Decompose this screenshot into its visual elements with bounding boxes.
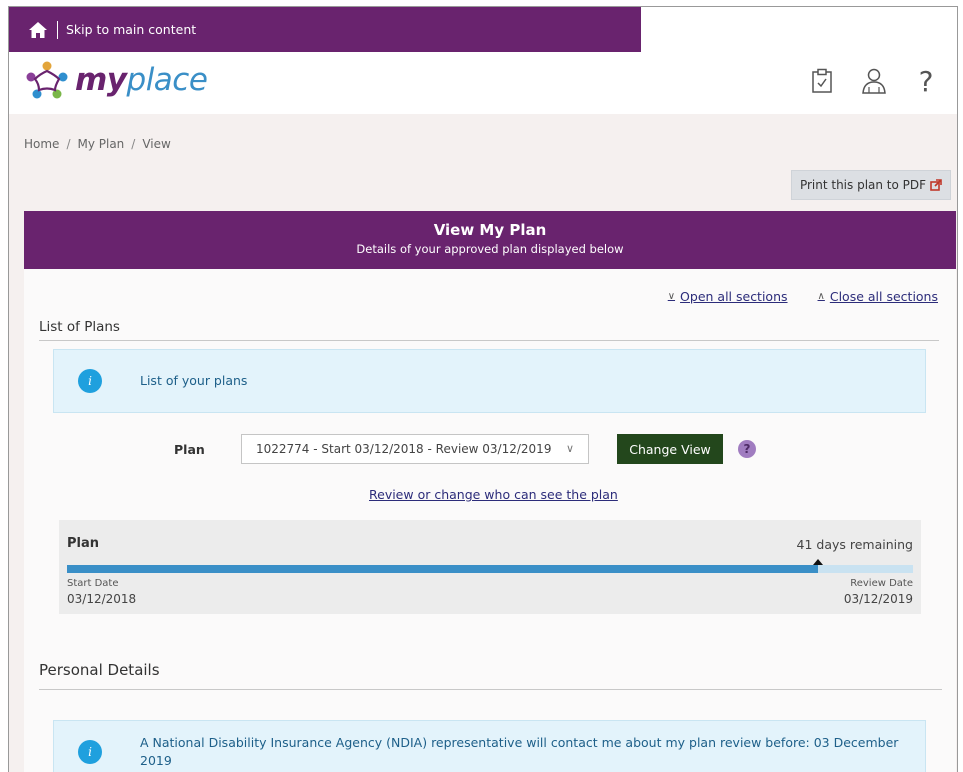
plan-label: Plan	[174, 441, 205, 457]
divider	[57, 20, 58, 39]
plan-progress-card: Plan 41 days remaining Start Date 03/12/…	[59, 520, 921, 614]
plan-select-value: 1022774 - Start 03/12/2018 - Review 03/1…	[256, 442, 552, 456]
section-toggles: ∨ Open all sections ∧ Close all sections	[668, 289, 938, 304]
clipboard-check-icon[interactable]	[807, 66, 837, 96]
home-icon[interactable]	[27, 19, 49, 41]
list-of-plans-heading: List of Plans	[39, 319, 120, 335]
logo-star-icon	[26, 61, 68, 99]
personal-details-info-text: A National Disability Insurance Agency (…	[140, 735, 899, 768]
info-icon: i	[78, 740, 102, 764]
header-icons: ?	[807, 65, 941, 98]
logo-wordmark: myplace	[75, 62, 208, 98]
chevron-down-icon: ∨	[667, 291, 676, 302]
review-date-value: 03/12/2019	[843, 592, 913, 606]
change-view-button[interactable]: Change View	[617, 434, 723, 464]
content-area: Home / My Plan / View Print this plan to…	[9, 114, 957, 772]
external-link-icon	[930, 179, 942, 191]
panel-body: ∨ Open all sections ∧ Close all sections…	[24, 269, 956, 772]
start-date-value: 03/12/2018	[67, 592, 137, 606]
review-visibility-link[interactable]: Review or change who can see the plan	[369, 487, 618, 502]
skip-to-main-link[interactable]: Skip to main content	[66, 22, 196, 37]
breadcrumb-separator: /	[66, 137, 71, 151]
review-date-label: Review Date	[850, 578, 913, 589]
plan-selector-row: Plan 1022774 - Start 03/12/2018 - Review…	[174, 434, 756, 464]
print-pdf-button[interactable]: Print this plan to PDF	[791, 170, 951, 200]
personal-details-info-box: i A National Disability Insurance Agency…	[53, 720, 926, 772]
site-header: myplace ?	[9, 52, 957, 114]
help-icon[interactable]: ?	[911, 65, 941, 98]
close-all-label: Close all sections	[829, 289, 938, 304]
help-tooltip-icon[interactable]: ?	[738, 440, 756, 458]
view-my-plan-panel: View My Plan Details of your approved pl…	[24, 211, 956, 772]
panel-title: View My Plan	[433, 221, 547, 239]
progress-marker	[813, 559, 824, 565]
panel-header: View My Plan Details of your approved pl…	[24, 211, 956, 269]
plan-progress-title: Plan	[67, 536, 100, 551]
breadcrumb: Home / My Plan / View	[24, 137, 171, 151]
breadcrumb-home[interactable]: Home	[24, 137, 59, 151]
progress-track	[67, 559, 913, 573]
start-date-label: Start Date	[67, 578, 119, 589]
plans-info-box: i List of your plans	[53, 349, 926, 413]
browser-frame: Skip to main content myplace ? Home / My…	[8, 6, 958, 772]
section-divider	[39, 340, 939, 341]
myplace-logo[interactable]: myplace	[25, 60, 208, 100]
breadcrumb-view: View	[142, 137, 171, 151]
section-divider	[39, 689, 942, 690]
close-all-sections-link[interactable]: ∧ Close all sections	[818, 289, 938, 304]
chevron-up-icon: ∧	[817, 291, 825, 302]
breadcrumb-my-plan[interactable]: My Plan	[77, 137, 124, 151]
panel-subtitle: Details of your approved plan displayed …	[356, 242, 624, 256]
personal-details-heading: Personal Details	[39, 661, 160, 679]
open-all-label: Open all sections	[680, 289, 788, 304]
plan-select[interactable]: 1022774 - Start 03/12/2018 - Review 03/1…	[241, 434, 589, 464]
progress-fill	[67, 565, 819, 573]
days-remaining: 41 days remaining	[796, 537, 913, 552]
user-icon[interactable]	[859, 66, 889, 96]
open-all-sections-link[interactable]: ∨ Open all sections	[668, 289, 788, 304]
plans-info-text: List of your plans	[140, 373, 248, 388]
breadcrumb-separator: /	[131, 137, 136, 151]
info-icon: i	[78, 369, 102, 393]
skip-bar: Skip to main content	[9, 7, 641, 52]
chevron-down-icon: ∨	[565, 442, 574, 455]
print-pdf-label: Print this plan to PDF	[799, 178, 927, 192]
